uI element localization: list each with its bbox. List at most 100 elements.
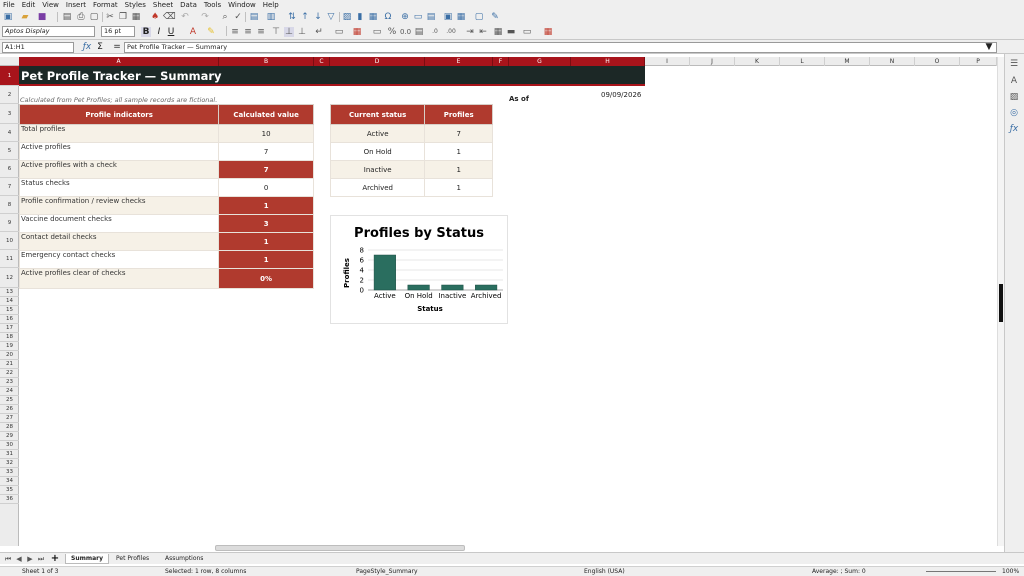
col-header-a[interactable]: A bbox=[19, 57, 219, 66]
indicator-label[interactable]: Contact detail checks bbox=[18, 232, 220, 251]
status-count[interactable]: 1 bbox=[424, 160, 493, 179]
first-sheet-icon[interactable]: ⏮ bbox=[3, 554, 13, 564]
copy-icon[interactable]: ❐ bbox=[118, 12, 128, 22]
add-decimal-icon[interactable]: .0 bbox=[430, 27, 440, 37]
align-right-icon[interactable]: ≡ bbox=[256, 27, 266, 37]
status-name[interactable]: Archived bbox=[329, 178, 426, 197]
status-page-style[interactable]: PageStyle_Summary bbox=[356, 568, 418, 575]
indicator-value[interactable]: 1 bbox=[218, 196, 314, 215]
wrap-text-icon[interactable]: ↵ bbox=[314, 27, 324, 37]
tab-pet-profiles[interactable]: Pet Profiles bbox=[111, 554, 154, 564]
sort-icon[interactable]: ⇅ bbox=[287, 12, 297, 22]
col-header-e[interactable]: E bbox=[425, 57, 493, 66]
indicator-value[interactable]: 10 bbox=[218, 124, 314, 143]
menu-insert[interactable]: Insert bbox=[66, 1, 86, 9]
previous-sheet-icon[interactable]: ◀ bbox=[14, 554, 24, 564]
split-window-icon[interactable]: ▢ bbox=[474, 12, 484, 22]
function-wizard-icon[interactable]: ƒx bbox=[82, 42, 92, 52]
row-header-13[interactable]: 13 bbox=[0, 288, 19, 297]
col-header-h[interactable]: H bbox=[571, 57, 645, 66]
sum-button[interactable]: Σ bbox=[95, 42, 105, 52]
col-header-i[interactable]: I bbox=[645, 57, 690, 66]
row-header-36[interactable]: 36 bbox=[0, 495, 19, 504]
format-number-icon[interactable]: 0.0 bbox=[400, 27, 411, 37]
chart-bar-on-hold[interactable] bbox=[407, 284, 430, 291]
status-name[interactable]: Inactive bbox=[329, 160, 426, 179]
row-header-30[interactable]: 30 bbox=[0, 441, 19, 450]
menu-tools[interactable]: Tools bbox=[204, 1, 221, 9]
define-print-area-icon[interactable]: ▣ bbox=[443, 12, 453, 22]
spelling-icon[interactable]: ✓ bbox=[233, 12, 243, 22]
format-date-icon[interactable]: ▤ bbox=[414, 27, 424, 37]
tab-summary[interactable]: Summary bbox=[65, 554, 110, 564]
insert-chart-icon[interactable]: ▮ bbox=[355, 12, 365, 22]
col-header-n[interactable]: N bbox=[870, 57, 915, 66]
status-name[interactable]: On Hold bbox=[329, 142, 426, 161]
indicator-label[interactable]: Vaccine document checks bbox=[18, 214, 220, 233]
row-header-32[interactable]: 32 bbox=[0, 459, 19, 468]
as-of-label[interactable]: As of bbox=[509, 95, 529, 103]
highlight-color-icon[interactable]: ✎ bbox=[206, 27, 216, 37]
col-header-b[interactable]: B bbox=[219, 57, 314, 66]
insert-image-icon[interactable]: ▨ bbox=[342, 12, 352, 22]
italic-button[interactable]: I bbox=[154, 27, 164, 37]
sheet-note[interactable]: Calculated from Pet Profiles; all sample… bbox=[20, 96, 217, 104]
row-header-23[interactable]: 23 bbox=[0, 378, 19, 387]
menu-file[interactable]: File bbox=[3, 1, 15, 9]
clear-formatting-icon[interactable]: ⌫ bbox=[163, 12, 176, 22]
print-preview-icon[interactable]: ▢ bbox=[89, 12, 99, 22]
menu-window[interactable]: Window bbox=[228, 1, 256, 9]
row-header-34[interactable]: 34 bbox=[0, 477, 19, 486]
chart-bar-inactive[interactable] bbox=[441, 284, 464, 291]
menu-styles[interactable]: Styles bbox=[125, 1, 146, 9]
add-sheet-icon[interactable]: + bbox=[50, 554, 60, 564]
menu-sheet[interactable]: Sheet bbox=[153, 1, 173, 9]
row-header-15[interactable]: 15 bbox=[0, 306, 19, 315]
row-header-12[interactable]: 12 bbox=[0, 268, 19, 288]
row-icon[interactable]: ▤ bbox=[249, 12, 259, 22]
col-header-p[interactable]: P bbox=[960, 57, 997, 66]
row-header-35[interactable]: 35 bbox=[0, 486, 19, 495]
format-percent-icon[interactable]: % bbox=[387, 27, 397, 37]
indicator-label[interactable]: Active profiles bbox=[18, 142, 220, 161]
column-icon[interactable]: ▥ bbox=[266, 12, 276, 22]
row-header-2[interactable]: 2 bbox=[0, 86, 19, 104]
formula-input[interactable]: Pet Profile Tracker — Summary bbox=[124, 42, 997, 53]
row-header-19[interactable]: 19 bbox=[0, 342, 19, 351]
col-header-d[interactable]: D bbox=[330, 57, 425, 66]
export-pdf-icon[interactable]: ▤ bbox=[62, 12, 72, 22]
border-style-icon[interactable]: ▬ bbox=[506, 27, 516, 37]
row-header-27[interactable]: 27 bbox=[0, 414, 19, 423]
status-header-status[interactable]: Current status bbox=[329, 104, 426, 125]
row-header-18[interactable]: 18 bbox=[0, 333, 19, 342]
col-header-k[interactable]: K bbox=[735, 57, 780, 66]
row-header-14[interactable]: 14 bbox=[0, 297, 19, 306]
font-color-icon[interactable]: A bbox=[188, 27, 198, 37]
find-replace-icon[interactable]: ⌕ bbox=[220, 12, 230, 22]
menu-edit[interactable]: Edit bbox=[22, 1, 36, 9]
scroll-thumb[interactable] bbox=[999, 284, 1003, 322]
as-of-date[interactable]: 09/09/2026 bbox=[601, 91, 641, 99]
next-sheet-icon[interactable]: ▶ bbox=[25, 554, 35, 564]
status-count[interactable]: 1 bbox=[424, 142, 493, 161]
row-header-4[interactable]: 4 bbox=[0, 124, 19, 142]
indicator-value[interactable]: 1 bbox=[218, 250, 314, 269]
row-header-10[interactable]: 10 bbox=[0, 232, 19, 250]
autofilter-icon[interactable]: ▽ bbox=[326, 12, 336, 22]
clone-formatting-icon[interactable]: ♠ bbox=[150, 12, 160, 22]
row-header-28[interactable]: 28 bbox=[0, 423, 19, 432]
indicator-label[interactable]: Status checks bbox=[18, 178, 220, 197]
conditional-icon[interactable]: ▦ bbox=[352, 27, 362, 37]
status-count[interactable]: 7 bbox=[424, 124, 493, 143]
row-header-33[interactable]: 33 bbox=[0, 468, 19, 477]
menu-data[interactable]: Data bbox=[180, 1, 197, 9]
indicator-label[interactable]: Profile confirmation / review checks bbox=[18, 196, 220, 215]
new-document-icon[interactable]: ▣ bbox=[3, 12, 13, 22]
navigator-icon[interactable]: ◎ bbox=[1009, 108, 1019, 118]
indicator-label[interactable]: Emergency contact checks bbox=[18, 250, 220, 269]
name-box[interactable]: A1:H1 bbox=[2, 42, 74, 53]
row-header-1[interactable]: 1 bbox=[0, 66, 19, 86]
open-folder-icon[interactable]: ▰ bbox=[20, 12, 30, 22]
row-header-17[interactable]: 17 bbox=[0, 324, 19, 333]
conditional-format-icon[interactable]: ▦ bbox=[543, 27, 553, 37]
